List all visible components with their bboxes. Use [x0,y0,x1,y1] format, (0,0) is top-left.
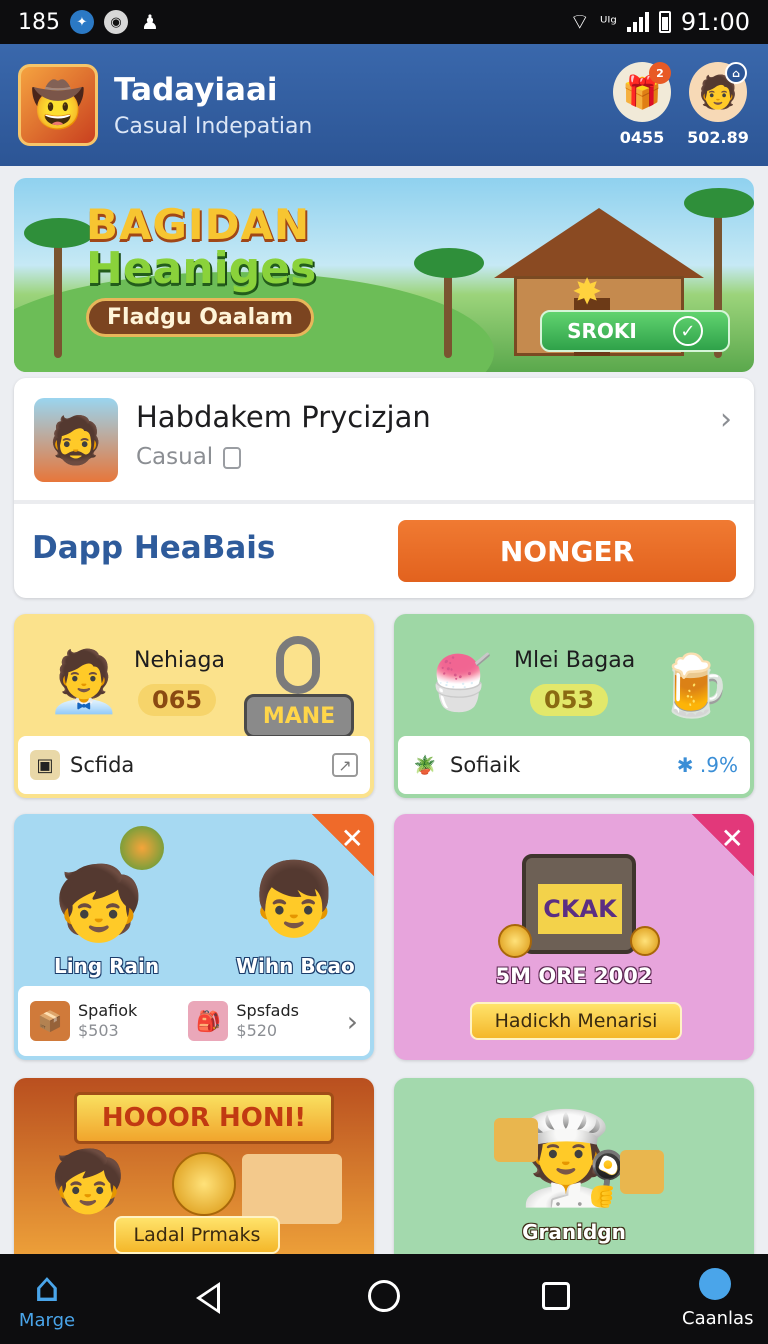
close-icon[interactable]: ✕ [692,814,754,876]
chest-label: CKAK [538,884,622,934]
chevron-right-icon[interactable]: › [720,402,732,437]
crate-icon [620,1150,664,1194]
nav-profile-label: Caanlas [682,1308,754,1329]
app-logo[interactable]: 🤠 [18,64,98,146]
tile-stat: ✱ .9% [676,753,738,777]
divider [14,500,754,504]
banner-button-label: SROKI [567,319,637,343]
tile-date: 5M ORE 2002 [495,964,653,988]
nav-home-label: Marge [18,1310,76,1331]
tile-action-button[interactable]: Hadickh Menarisi [470,1002,682,1040]
mini-item[interactable]: 📦 Spafiok $503 [30,1001,188,1041]
mini-title: Spsfads [236,1001,299,1020]
tile-action-button[interactable]: Ladal Prmaks [114,1216,280,1254]
mini-price: $520 [236,1021,278,1040]
photo-icon: ▣ [30,750,60,780]
coin-icon [630,926,660,956]
palm-tree-icon [24,218,94,358]
tile-footer[interactable]: 📦 Spafiok $503 🎒 Spsfads $520 › [18,986,370,1056]
profile-value: 502.89 [687,128,749,147]
character-hat-icon: 👦 [249,856,339,941]
home-icon: ⌂ [34,1265,60,1311]
tile-badge: 065 [138,684,217,716]
featured-game-card[interactable]: 🧔 Habdakem Prycizjan Casual › Dapp HeaBa… [14,378,754,598]
clock: 91:00 [680,8,750,36]
app-header: 🤠 Tadayiaai Casual Indepatian 🎁 2 0455 🧑 ⌂… [0,44,768,166]
character-name: Wihn Bcao [236,954,355,978]
banner-button[interactable]: SROKI ✓ [540,310,730,352]
tile-label: Granidgn [522,1220,626,1244]
game-tile-characters[interactable]: ✕ 🧒 👦 Ling Rain Wihn Bcao 📦 Spafiok $503 … [14,814,374,1060]
featured-link[interactable]: Dapp HeaBais [32,530,275,566]
key-icon [276,636,320,694]
featured-game-name: Habdakem Prycizjan [136,400,431,434]
item-icon: 📦 [30,1001,70,1041]
app-title: Tadayiaai [114,71,278,108]
gift-value: 0455 [619,128,665,147]
game-tile-treasure[interactable]: ✕ CKAK 5M ORE 2002 Hadickh Menarisi [394,814,754,1060]
profile-stat[interactable]: 🧑 ⌂ 502.89 [680,62,756,147]
app-subtitle: Casual Indepatian [114,113,313,139]
banner-title: BAGIDAN Heaniges Fladgu Oaalam [86,200,316,337]
battery-icon [658,11,671,33]
gift-stat[interactable]: 🎁 2 0455 [604,62,680,147]
mini-price: $503 [78,1021,119,1040]
coin-icon [498,924,532,958]
tile-footer-label: Sofiaik [450,753,521,777]
chevron-right-icon[interactable]: › [347,1005,358,1038]
back-icon[interactable] [196,1282,220,1314]
bottom-navigation: ⌂ Marge Caanlas [0,1254,768,1344]
tile-badge: 053 [530,684,609,716]
featured-game-category: Casual [136,444,242,470]
ball-icon [120,826,164,870]
palm-tree-icon [414,248,484,358]
item-icon: 🎒 [188,1001,229,1041]
lock-icon [223,446,242,469]
mug-icon: 🍺 [656,650,732,721]
recent-apps-icon[interactable] [542,1282,570,1310]
nav-home[interactable]: ⌂ Marge [18,1266,76,1331]
status-bar: 185 ✦ ◉ ♟ ⌔ ᵁᴵᵍ 91:00 [0,0,768,44]
share-icon[interactable]: ↗ [332,753,358,777]
avatar-icon: 🧑 ⌂ [689,62,747,122]
character-name: Ling Rain [54,954,160,978]
game-tile-granidgn[interactable]: 🧑‍🍳 Granidgn [394,1078,754,1268]
character-icon: 🧒 [50,1146,126,1217]
game-tile-mlei-bagaa[interactable]: 🍧 Mlei Bagaa 053 🍺 🪴 Sofiaik ✱ .9% [394,614,754,798]
game-notification-icon: ◉ [104,10,128,34]
game-tile-hooor[interactable]: HOOOR HONI! 🧒 Ladal Prmaks [14,1078,374,1268]
plant-icon: 🪴 [413,754,437,776]
star-icon: ✸ [572,272,603,313]
featured-game-icon: 🧔 [34,398,118,482]
box-icon [242,1154,342,1224]
person-notification-icon: ♟ [141,10,159,34]
game-tile-nehiaga[interactable]: 🧑‍💼 Nehiaga 065 MANE ▣ Scfida ↗ [14,614,374,798]
nav-profile[interactable]: Caanlas [682,1268,754,1329]
tile-footer[interactable]: 🪴 Sofiaik ✱ .9% [398,736,750,794]
tile-banner: HOOOR HONI! [74,1092,334,1144]
profile-icon [699,1268,731,1300]
gift-icon: 🎁 2 [613,62,671,122]
promo-banner[interactable]: BAGIDAN Heaniges Fladgu Oaalam SROKI ✓ [14,178,754,372]
signal-icon [626,12,649,32]
tile-footer-label: Scfida [70,753,135,777]
status-left-text: 185 [18,9,60,35]
tile-plate: MANE [244,694,354,738]
tile-label: Mlei Bagaa [514,648,636,673]
app-notification-icon: ✦ [70,10,94,34]
check-icon: ✓ [672,316,703,346]
network-label: ᵁᴵᵍ [600,12,617,32]
featured-action-button[interactable]: NONGER [398,520,736,582]
tile-label: Nehiaga [134,648,225,673]
tile-footer[interactable]: ▣ Scfida ↗ [18,736,370,794]
coin-icon [172,1152,236,1216]
crate-icon [494,1118,538,1162]
character-explorer-icon: 🧑‍💼 [46,646,122,717]
dessert-icon: 🍧 [425,651,493,714]
wifi-icon: ⌔ [569,10,590,35]
home-circle-icon[interactable] [368,1280,400,1312]
mini-item[interactable]: 🎒 Spsfads $520 [188,1001,346,1041]
mini-title: Spafiok [78,1001,138,1020]
